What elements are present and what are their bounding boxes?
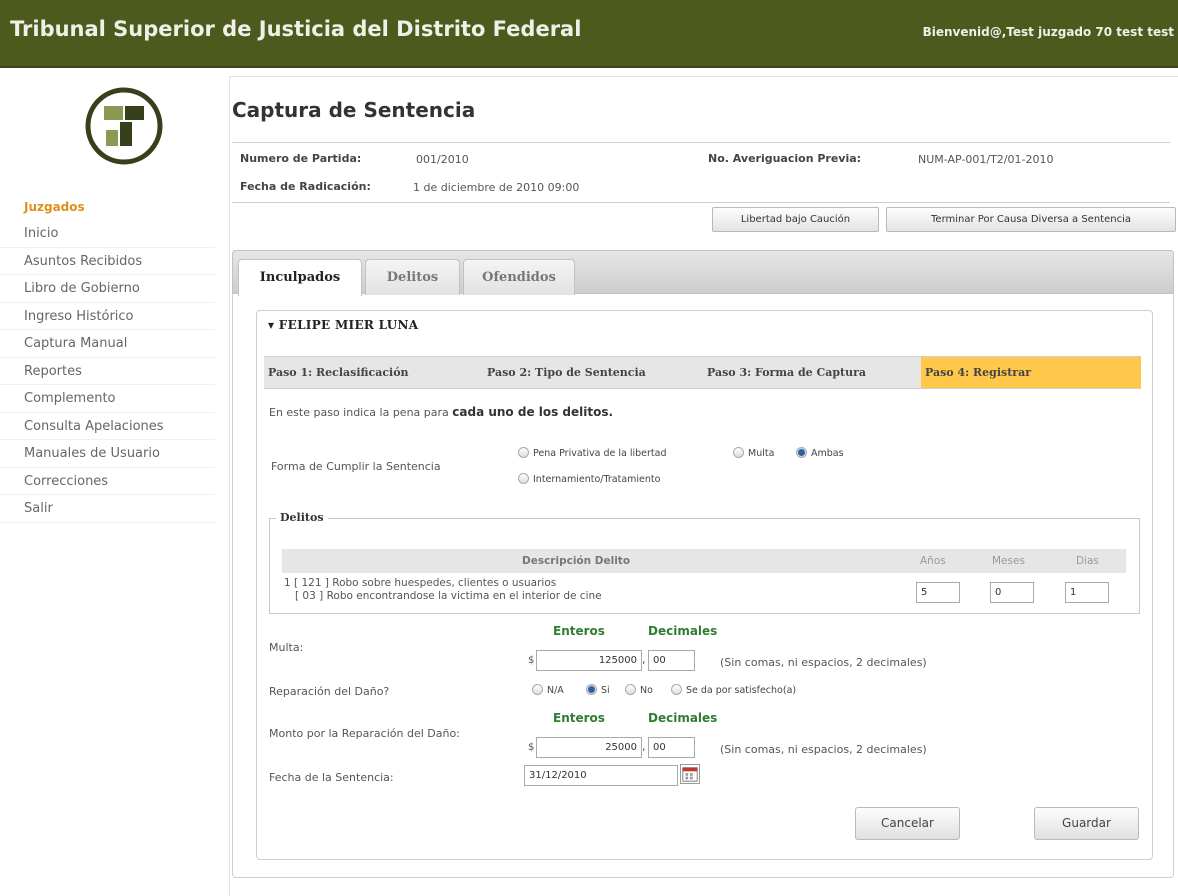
- col-anios: Años: [920, 555, 946, 567]
- top-header: Tribunal Superior de Justicia del Distri…: [0, 0, 1178, 68]
- averiguacion-value: NUM-AP-001/T2/01-2010: [918, 153, 1054, 166]
- terminar-causa-diversa-button[interactable]: Terminar Por Causa Diversa a Sentencia: [886, 207, 1176, 232]
- sidebar-item-reportes[interactable]: Reportes: [0, 358, 215, 385]
- radio-dot-icon: [625, 684, 636, 695]
- divider: [232, 202, 1170, 203]
- page-title: Captura de Sentencia: [232, 98, 476, 122]
- radio-dot-selected-icon: [796, 447, 807, 458]
- radio-reparacion-na[interactable]: N/A: [532, 684, 564, 696]
- tab-ofendidos[interactable]: Ofendidos: [463, 259, 575, 295]
- delitos-table-header: Descripción Delito Años Meses Dias: [282, 549, 1126, 573]
- guardar-button[interactable]: Guardar: [1034, 807, 1139, 840]
- delito-line-2: [ 03 ] Robo encontrandose la victima en …: [295, 590, 602, 602]
- radio-multa[interactable]: Multa: [733, 447, 774, 459]
- sidebar-item-inicio[interactable]: Inicio: [0, 220, 215, 248]
- monto-currency: $: [528, 742, 535, 753]
- radio-dot-icon: [671, 684, 682, 695]
- libertad-bajo-caucion-button[interactable]: Libertad bajo Caución: [712, 207, 879, 232]
- cancelar-button[interactable]: Cancelar: [855, 807, 960, 840]
- step-4-registrar[interactable]: Paso 4: Registrar: [921, 357, 1141, 388]
- sidebar-item-libro-de-gobierno[interactable]: Libro de Gobierno: [0, 275, 215, 303]
- sidebar-item-ingreso-historico[interactable]: Ingreso Histórico: [0, 303, 215, 330]
- multa-currency: $: [528, 655, 535, 666]
- multa-decimales-header: Decimales: [648, 624, 718, 638]
- tsj-logo: [85, 87, 163, 165]
- sidebar-item-complemento[interactable]: Complemento: [0, 385, 215, 413]
- fecha-radicacion-label: Fecha de Radicación:: [240, 180, 371, 193]
- app-title: Tribunal Superior de Justicia del Distri…: [10, 17, 582, 41]
- monto-decimales-input[interactable]: 00: [648, 737, 695, 758]
- col-descripcion: Descripción Delito: [522, 555, 631, 567]
- sidebar-item-manuales-de-usuario[interactable]: Manuales de Usuario: [0, 440, 215, 468]
- multa-decimales-input[interactable]: 00: [648, 650, 695, 671]
- radio-reparacion-no[interactable]: No: [625, 684, 653, 696]
- fecha-radicacion-value: 1 de diciembre de 2010 09:00: [413, 181, 580, 194]
- instruction-text: En este paso indica la pena para cada un…: [269, 405, 614, 419]
- radio-reparacion-si[interactable]: Si: [586, 684, 610, 696]
- monto-decimales-header: Decimales: [648, 711, 718, 725]
- meses-input[interactable]: 0: [990, 582, 1034, 603]
- monto-enteros-input[interactable]: 25000: [536, 737, 642, 758]
- multa-comma: ,: [642, 653, 646, 666]
- sidebar-item-captura-manual[interactable]: Captura Manual: [0, 330, 215, 358]
- welcome-text: Bienvenid@,Test juzgado 70 test test: [922, 25, 1174, 39]
- step-1-reclasificacion[interactable]: Paso 1: Reclasificación: [264, 357, 482, 388]
- radio-dot-icon: [518, 447, 529, 458]
- multa-enteros-header: Enteros: [553, 624, 605, 638]
- multa-enteros-input[interactable]: 125000: [536, 650, 642, 671]
- tab-inculpados[interactable]: Inculpados: [238, 259, 362, 296]
- sidebar-item-correcciones[interactable]: Correcciones: [0, 468, 215, 495]
- radio-dot-icon: [733, 447, 744, 458]
- monto-comma: ,: [642, 740, 646, 753]
- tab-delitos[interactable]: Delitos: [365, 259, 460, 295]
- col-dias: Dias: [1076, 555, 1099, 567]
- step-2-tipo-sentencia[interactable]: Paso 2: Tipo de Sentencia: [483, 357, 703, 388]
- monto-hint: (Sin comas, ni espacios, 2 decimales): [720, 743, 927, 756]
- col-meses: Meses: [992, 555, 1025, 567]
- anios-input[interactable]: 5: [916, 582, 960, 603]
- calendar-icon[interactable]: [680, 764, 700, 784]
- radio-dot-selected-icon: [586, 684, 597, 695]
- monto-enteros-header: Enteros: [553, 711, 605, 725]
- step-3-forma-captura[interactable]: Paso 3: Forma de Captura: [703, 357, 921, 388]
- inculpado-name-toggle[interactable]: ▾ FELIPE MIER LUNA: [268, 318, 418, 332]
- radio-pena-privativa[interactable]: Pena Privativa de la libertad: [518, 447, 667, 459]
- monto-label: Monto por la Reparación del Daño:: [269, 727, 460, 740]
- averiguacion-label: No. Averiguacion Previa:: [708, 152, 862, 165]
- wizard-steps: Paso 1: Reclasificación Paso 2: Tipo de …: [264, 356, 1141, 389]
- forma-cumplir-label: Forma de Cumplir la Sentencia: [271, 460, 441, 473]
- fecha-sentencia-input[interactable]: 31/12/2010: [524, 765, 678, 786]
- dias-input[interactable]: 1: [1065, 582, 1109, 603]
- sidebar-item-asuntos-recibidos[interactable]: Asuntos Recibidos: [0, 248, 215, 275]
- sidebar: Juzgados Inicio Asuntos Recibidos Libro …: [0, 196, 215, 523]
- delito-line-1: 1 [ 121 ] Robo sobre huespedes, clientes…: [284, 577, 557, 589]
- fecha-sentencia-label: Fecha de la Sentencia:: [269, 771, 394, 784]
- numero-partida-value: 001/2010: [416, 153, 469, 166]
- multa-hint: (Sin comas, ni espacios, 2 decimales): [720, 656, 927, 669]
- radio-internamiento[interactable]: Internamiento/Tratamiento: [518, 473, 660, 485]
- radio-dot-icon: [518, 473, 529, 484]
- radio-reparacion-satisfecho[interactable]: Se da por satisfecho(a): [671, 684, 796, 696]
- divider: [232, 142, 1170, 143]
- reparacion-label: Reparación del Daño?: [269, 685, 390, 698]
- radio-dot-icon: [532, 684, 543, 695]
- radio-ambas[interactable]: Ambas: [796, 447, 844, 459]
- numero-partida-label: Numero de Partida:: [240, 152, 362, 165]
- multa-label: Multa:: [269, 641, 304, 654]
- delitos-legend: Delitos: [276, 511, 328, 524]
- sidebar-item-salir[interactable]: Salir: [0, 495, 215, 523]
- sidebar-item-consulta-apelaciones[interactable]: Consulta Apelaciones: [0, 413, 215, 440]
- sidebar-section-juzgados: Juzgados: [24, 200, 85, 214]
